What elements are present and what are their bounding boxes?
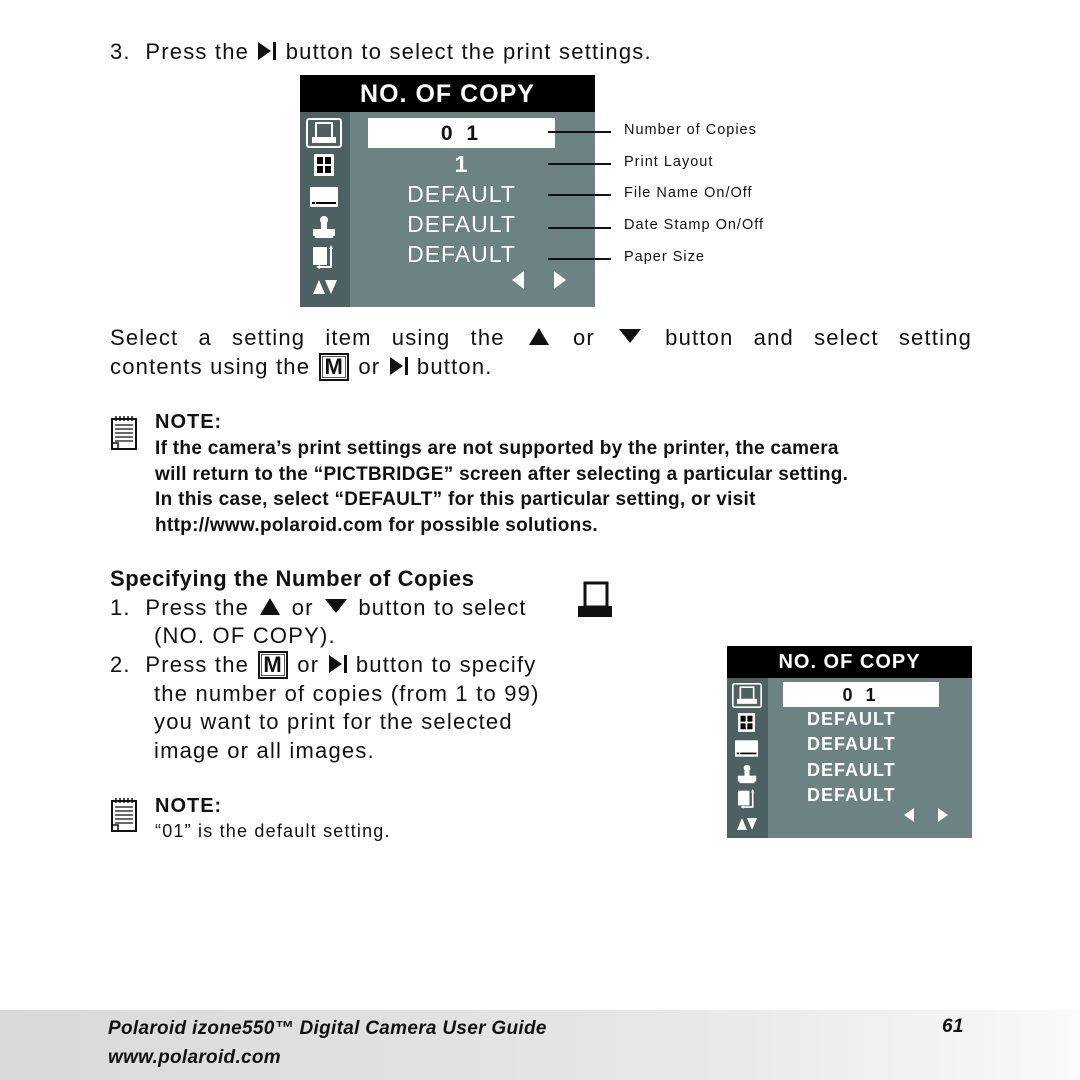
- selected-value-copies: 0 1: [783, 682, 939, 707]
- date-stamp-icon: [313, 216, 335, 238]
- note-body: If the camera’s print settings are not s…: [155, 436, 848, 538]
- step-text: or: [291, 595, 314, 620]
- up-down-arrows-icon: [737, 818, 757, 830]
- value-date-stamp: DEFAULT: [407, 211, 516, 237]
- instruction-text: button.: [416, 354, 493, 379]
- lcd-screen-small: NO. OF COPY 0 1 DEFAULT DEFAULT DEFAULT …: [727, 646, 972, 838]
- section-heading: Specifying the Number of Copies: [110, 566, 475, 591]
- up-arrow-icon: [528, 328, 549, 345]
- lcd-sidebar: [300, 112, 350, 307]
- step-2-line: the number of copies (from 1 to 99): [154, 681, 540, 706]
- play-pause-icon: [328, 655, 347, 673]
- lcd-title: NO. OF COPY: [727, 646, 972, 678]
- section-step-1: 1. Press the or button to select: [110, 594, 527, 622]
- step-2-line: you want to print for the selected: [154, 709, 513, 734]
- lcd-screen-large: NO. OF COPY 0 1 1 DEFAULT DEFAULT DEFAUL…: [300, 75, 595, 307]
- step-text: button to select: [358, 595, 527, 620]
- step-text: Press the: [145, 595, 250, 620]
- lcd-title: NO. OF COPY: [300, 75, 595, 112]
- instruction-text: Select a setting item using the: [110, 325, 505, 350]
- date-stamp-icon: [737, 764, 757, 784]
- play-pause-icon: [389, 357, 408, 375]
- step-text: button to specify: [355, 652, 537, 677]
- callout-line: [548, 258, 611, 260]
- step-text: Press the: [145, 652, 250, 677]
- value-print-layout: DEFAULT: [807, 709, 896, 729]
- down-arrow-icon: [619, 329, 642, 343]
- right-arrow-icon: [938, 808, 948, 822]
- selected-value-copies: 0 1: [368, 118, 555, 148]
- up-down-arrows-icon: [313, 280, 337, 294]
- instruction-text: or: [572, 325, 595, 350]
- note-text: “01” is the default setting.: [155, 821, 391, 841]
- printer-copies-icon: [578, 581, 612, 617]
- callout-file-name: File Name On/Off: [624, 185, 753, 201]
- step-text-before: Press the: [145, 39, 250, 64]
- step-text: or: [297, 652, 320, 677]
- footer-title: Polaroid izone550™ Digital Camera User G…: [108, 1018, 547, 1039]
- value-file-name: DEFAULT: [807, 734, 896, 754]
- note-icon: [111, 798, 137, 832]
- note-title: NOTE:: [155, 795, 223, 817]
- file-name-bar-icon: [310, 187, 338, 207]
- note-line: will return to the “PICTBRIDGE” screen a…: [155, 463, 849, 485]
- step-3: 3. Press the button to select the print …: [110, 38, 652, 66]
- page-footer: Polaroid izone550™ Digital Camera User G…: [0, 1010, 1080, 1080]
- step-2-line: image or all images.: [154, 738, 375, 763]
- value-date-stamp: DEFAULT: [807, 760, 896, 780]
- instruction-line-2: contents using the M or button.: [110, 353, 493, 381]
- value-print-layout: 1: [454, 151, 469, 177]
- callout-print-layout: Print Layout: [624, 154, 714, 170]
- value-paper-size: DEFAULT: [407, 241, 516, 267]
- step-text-after: button to select the print settings.: [285, 39, 652, 64]
- paper-size-icon: [313, 245, 333, 269]
- print-layout-grid-icon: [314, 154, 334, 176]
- note-line: In this case, select “DEFAULT” for this …: [155, 489, 756, 510]
- callout-paper-size: Paper Size: [624, 249, 705, 265]
- section-step-2: 2. Press the M or button to specify: [110, 651, 536, 679]
- note-line: If the camera’s print settings are not s…: [155, 438, 839, 459]
- step-number: 2.: [110, 652, 131, 677]
- instruction-line-1: Select a setting item using the or butto…: [110, 324, 972, 352]
- down-arrow-icon: [325, 599, 348, 613]
- section-step-1-line-2: (NO. OF COPY).: [154, 623, 336, 648]
- print-layout-grid-icon: [738, 713, 755, 732]
- printer-copies-icon: [306, 118, 342, 148]
- play-pause-icon: [258, 42, 277, 60]
- callout-line: [548, 194, 611, 196]
- note-icon: [111, 416, 137, 450]
- right-arrow-icon: [554, 271, 566, 289]
- callout-line: [548, 131, 611, 133]
- callout-line: [548, 227, 611, 229]
- note-title: NOTE:: [155, 411, 223, 433]
- instruction-text: or: [358, 354, 381, 379]
- step-number: 1.: [110, 595, 131, 620]
- up-arrow-icon: [260, 598, 281, 615]
- instruction-text: button and select setting: [665, 325, 973, 350]
- value-file-name: DEFAULT: [407, 181, 516, 207]
- footer-url[interactable]: www.polaroid.com: [108, 1047, 281, 1069]
- lcd-sidebar: [727, 678, 768, 838]
- instruction-text: contents using the: [110, 354, 311, 379]
- file-name-bar-icon: [735, 740, 758, 757]
- printer-copies-icon: [732, 683, 762, 708]
- callout-line: [548, 163, 611, 165]
- page-number: 61: [942, 1016, 964, 1037]
- callout-number-of-copies: Number of Copies: [624, 122, 757, 138]
- m-button-icon: M: [319, 353, 350, 381]
- step-number: 3.: [110, 39, 131, 64]
- left-arrow-icon: [512, 271, 524, 289]
- m-button-icon: M: [258, 651, 288, 679]
- left-arrow-icon: [904, 808, 914, 822]
- paper-size-icon: [738, 789, 755, 809]
- note-line: http://www.polaroid.com for possible sol…: [155, 514, 599, 536]
- value-paper-size: DEFAULT: [807, 785, 896, 805]
- callout-date-stamp: Date Stamp On/Off: [624, 217, 765, 233]
